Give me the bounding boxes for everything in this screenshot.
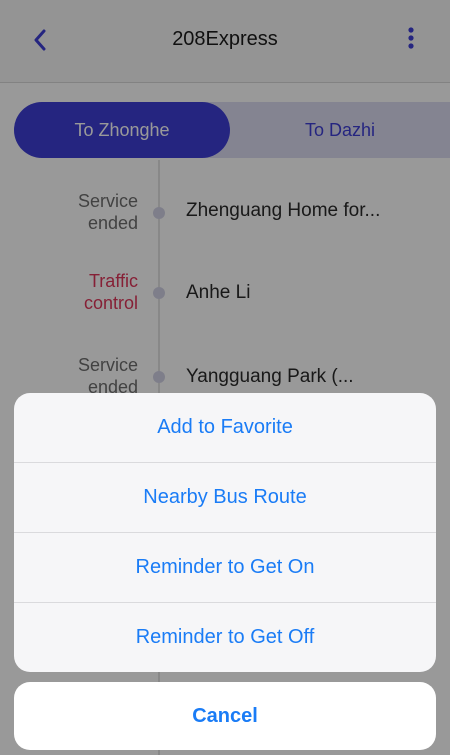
cancel-button[interactable]: Cancel <box>14 682 436 750</box>
reminder-get-on-button[interactable]: Reminder to Get On <box>14 533 436 603</box>
nearby-bus-route-button[interactable]: Nearby Bus Route <box>14 463 436 533</box>
add-to-favorite-button[interactable]: Add to Favorite <box>14 393 436 463</box>
action-sheet: Add to Favorite Nearby Bus Route Reminde… <box>14 393 436 672</box>
reminder-get-off-button[interactable]: Reminder to Get Off <box>14 603 436 672</box>
